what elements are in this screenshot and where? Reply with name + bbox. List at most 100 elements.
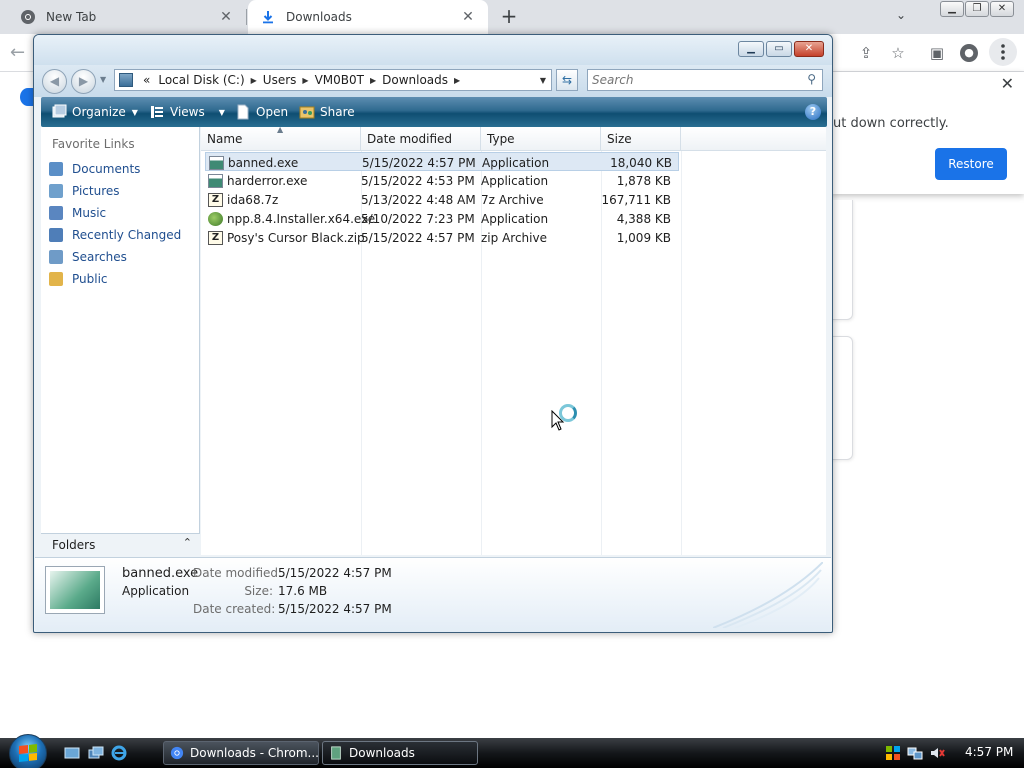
new-tab-button[interactable]: + bbox=[498, 6, 520, 28]
minimize-icon[interactable]: ▁ bbox=[738, 41, 764, 57]
taskbar-item-label: Downloads bbox=[349, 746, 415, 760]
folders-toggle[interactable]: Folders ⌃ bbox=[41, 533, 200, 555]
column-header-name[interactable]: Name ▲ bbox=[201, 125, 361, 151]
file-thumbnail bbox=[45, 566, 105, 614]
address-bar[interactable]: « Local Disk (C:) ▶ Users ▶ VM0B0T ▶ Dow… bbox=[114, 69, 552, 91]
details-size: 17.6 MB bbox=[278, 584, 328, 598]
explorer-title-bar[interactable]: ▁ ▭ ✕ bbox=[34, 35, 832, 65]
breadcrumb-arrow-icon[interactable]: ▶ bbox=[370, 76, 376, 85]
organize-icon bbox=[51, 104, 67, 120]
background-card bbox=[831, 200, 853, 320]
back-button[interactable]: ◀ bbox=[42, 69, 67, 94]
side-panel-icon[interactable]: ▣ bbox=[927, 43, 947, 63]
archive-icon: Z bbox=[208, 230, 223, 245]
file-row-harderror-exe[interactable]: harderror.exe 5/15/2022 4:53 PM Applicat… bbox=[205, 171, 679, 190]
close-tab-icon[interactable]: ✕ bbox=[218, 9, 234, 25]
recent-pages-dropdown-icon[interactable]: ▼ bbox=[100, 75, 106, 84]
breadcrumb-arrow-icon[interactable]: ▶ bbox=[302, 76, 308, 85]
breadcrumb-overflow[interactable]: « bbox=[143, 73, 150, 87]
search-icon[interactable]: ⚲ bbox=[807, 72, 816, 86]
sort-ascending-icon: ▲ bbox=[277, 125, 284, 134]
column-header-date-modified[interactable]: Date modified bbox=[361, 127, 481, 151]
breadcrumb-arrow-icon[interactable]: ▶ bbox=[454, 76, 460, 85]
file-list: Name ▲ Date modified Type Size banned.ex… bbox=[201, 125, 826, 555]
chevron-down-icon[interactable]: ⌄ bbox=[896, 8, 906, 22]
network-icon[interactable] bbox=[907, 745, 923, 761]
tab-downloads[interactable]: Downloads ✕ bbox=[248, 0, 488, 34]
restore-icon[interactable]: ❐ bbox=[965, 1, 989, 17]
music-icon bbox=[49, 206, 63, 220]
show-desktop-icon[interactable] bbox=[64, 745, 80, 761]
tab-new-tab[interactable]: New Tab ✕ bbox=[8, 0, 246, 34]
windows-update-icon[interactable] bbox=[885, 745, 901, 761]
breadcrumb-arrow-icon[interactable]: ▶ bbox=[251, 76, 257, 85]
organize-button[interactable]: Organize ▼ bbox=[51, 97, 138, 127]
favorite-link-recently-changed[interactable]: Recently Changed bbox=[49, 225, 181, 245]
file-row-ida68-7z[interactable]: Zida68.7z 5/13/2022 4:48 AM 7z Archive 1… bbox=[205, 190, 679, 209]
favorite-link-searches[interactable]: Searches bbox=[49, 247, 127, 267]
menu-button[interactable] bbox=[989, 38, 1017, 66]
help-icon[interactable]: ? bbox=[805, 104, 821, 120]
volume-muted-icon[interactable] bbox=[929, 745, 945, 761]
refresh-button[interactable]: ⇆ bbox=[556, 69, 578, 91]
minimize-icon[interactable]: ▁ bbox=[940, 1, 964, 17]
refresh-icon: ⇆ bbox=[561, 73, 573, 87]
views-button[interactable]: Views ▼ bbox=[149, 97, 225, 127]
search-box[interactable]: ⚲ bbox=[587, 69, 823, 91]
back-arrow-icon: ◀ bbox=[49, 74, 60, 88]
taskbar-item-chrome[interactable]: Downloads - Chrom... bbox=[163, 741, 319, 765]
file-date: 5/15/2022 4:57 PM bbox=[361, 230, 475, 245]
column-header-type[interactable]: Type bbox=[481, 127, 601, 151]
search-input[interactable] bbox=[588, 70, 788, 90]
share-button[interactable]: Share bbox=[299, 97, 355, 127]
breadcrumb-users[interactable]: Users bbox=[263, 73, 297, 87]
close-icon[interactable]: ✕ bbox=[1001, 74, 1014, 93]
folders-label: Folders bbox=[52, 537, 96, 552]
file-date: 5/10/2022 7:23 PM bbox=[361, 211, 475, 226]
column-label: Date modified bbox=[367, 132, 453, 146]
switch-windows-icon[interactable] bbox=[88, 745, 104, 761]
recently-changed-icon bbox=[49, 228, 63, 242]
file-type: Application bbox=[481, 173, 549, 188]
taskbar-item-explorer[interactable]: Downloads bbox=[322, 741, 478, 765]
back-arrow-icon[interactable]: ← bbox=[10, 42, 25, 63]
start-button[interactable] bbox=[9, 734, 47, 768]
address-dropdown-icon[interactable]: ▼ bbox=[535, 76, 551, 85]
favorite-link-pictures[interactable]: Pictures bbox=[49, 181, 120, 201]
breadcrumb-user-folder[interactable]: VM0B0T bbox=[315, 73, 364, 87]
favorite-link-label: Recently Changed bbox=[72, 228, 182, 242]
internet-explorer-icon[interactable] bbox=[111, 745, 127, 761]
open-button[interactable]: Open bbox=[235, 97, 288, 127]
bookmark-star-icon[interactable]: ☆ bbox=[888, 43, 908, 63]
command-bar: Organize ▼ Views ▼ Open Share ? bbox=[41, 97, 827, 127]
close-icon[interactable]: ✕ bbox=[990, 1, 1014, 17]
views-icon bbox=[149, 104, 165, 120]
file-row-npp-installer[interactable]: npp.8.4.Installer.x64.exe 5/10/2022 7:23… bbox=[205, 209, 679, 228]
file-row-posys-cursor-zip[interactable]: Z Posy's Cursor Black.zip 5/15/2022 4:57 … bbox=[205, 228, 679, 247]
details-size-label: Size: bbox=[244, 584, 273, 598]
computer-location-icon bbox=[119, 73, 133, 87]
profile-icon[interactable]: ● bbox=[960, 44, 978, 62]
favorite-link-documents[interactable]: Documents bbox=[49, 159, 140, 179]
forward-button[interactable]: ▶ bbox=[71, 69, 96, 94]
close-icon[interactable]: ✕ bbox=[794, 41, 824, 57]
open-label: Open bbox=[256, 105, 289, 119]
file-size: 1,009 KB bbox=[616, 230, 671, 245]
file-row-banned-exe[interactable]: banned.exe 5/15/2022 4:57 PM Application… bbox=[205, 152, 679, 171]
favorite-link-music[interactable]: Music bbox=[49, 203, 106, 223]
share-icon[interactable]: ⇪ bbox=[856, 43, 876, 63]
taskbar-clock[interactable]: 4:57 PM bbox=[965, 745, 1013, 759]
restore-button[interactable]: Restore bbox=[935, 148, 1007, 180]
breadcrumb-downloads[interactable]: Downloads bbox=[382, 73, 448, 87]
column-header-size[interactable]: Size bbox=[601, 127, 681, 151]
windows-logo-icon bbox=[19, 744, 37, 762]
breadcrumb-local-disk[interactable]: Local Disk (C:) bbox=[158, 73, 244, 87]
maximize-icon[interactable]: ▭ bbox=[766, 41, 792, 57]
details-date-created: 5/15/2022 4:57 PM bbox=[278, 602, 392, 616]
favorite-link-public[interactable]: Public bbox=[49, 269, 108, 289]
chevron-up-icon[interactable]: ⌃ bbox=[183, 536, 192, 549]
close-tab-icon[interactable]: ✕ bbox=[460, 9, 476, 25]
navigation-pane: Favorite Links Documents Pictures Music … bbox=[41, 127, 200, 555]
details-file-name: banned.exe bbox=[122, 566, 199, 581]
documents-icon bbox=[49, 162, 63, 176]
